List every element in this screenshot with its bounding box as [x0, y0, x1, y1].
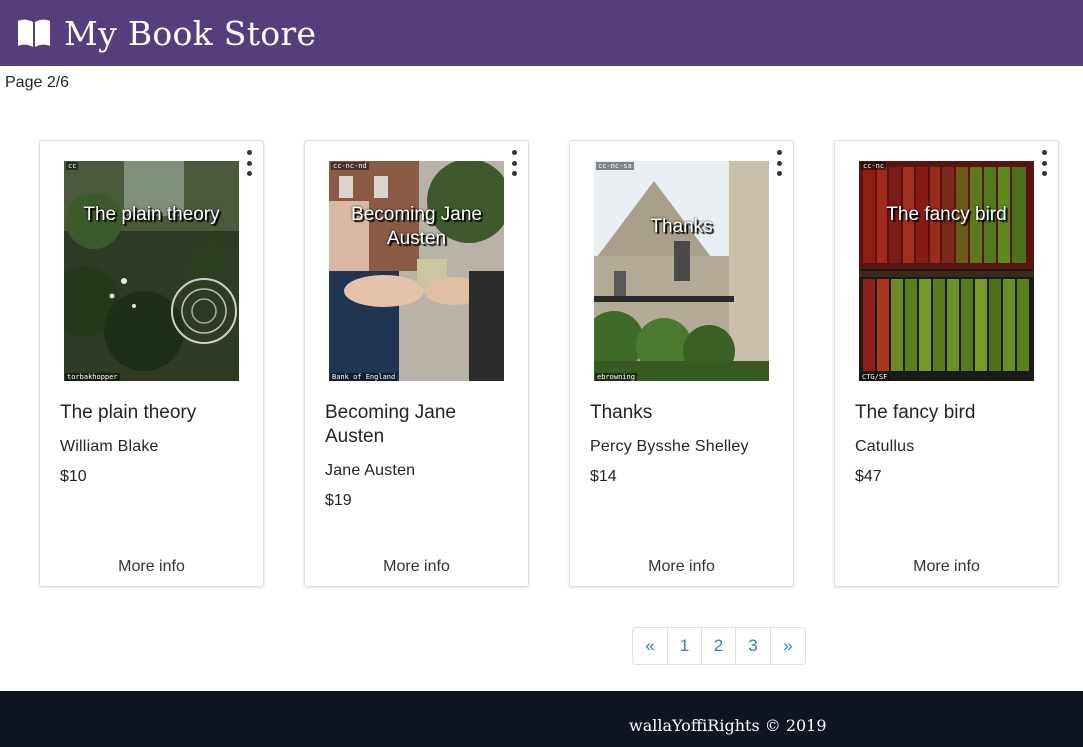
photo-credit: CTG/SF: [860, 373, 890, 381]
book-title[interactable]: The fancy bird: [855, 401, 1045, 425]
more-info-button[interactable]: More info: [40, 558, 263, 576]
photo-credit: ebrowning: [595, 373, 637, 381]
pagination-page-1[interactable]: 1: [668, 628, 702, 664]
book-author: Jane Austen: [325, 462, 416, 479]
more-options-icon[interactable]: [243, 150, 255, 176]
copyright-text: wallaYoffiRights © 2019: [629, 716, 827, 735]
open-book-icon: [18, 19, 50, 47]
more-options-icon[interactable]: [773, 150, 785, 176]
more-options-icon[interactable]: [508, 150, 520, 176]
page-footer: wallaYoffiRights © 2019: [0, 691, 1083, 747]
book-card: cc The plain theory torbakhopper The pla…: [39, 140, 264, 587]
app-header: My Book Store: [0, 0, 1083, 66]
book-price: $19: [325, 492, 352, 509]
book-author: William Blake: [60, 438, 159, 455]
book-title[interactable]: The plain theory: [60, 401, 250, 425]
book-price: $14: [590, 468, 617, 485]
license-label: cc-nc: [861, 162, 887, 170]
cover-title: Thanks: [650, 216, 713, 237]
page-indicator: Page 2/6: [5, 74, 70, 91]
photo-credit: torbakhopper: [65, 373, 120, 381]
book-price: $47: [855, 468, 882, 485]
book-author: Percy Bysshe Shelley: [590, 438, 749, 455]
cover-title: The plain theory: [83, 204, 220, 225]
license-label: cc: [66, 162, 79, 170]
store-title[interactable]: My Book Store: [64, 14, 316, 53]
more-info-button[interactable]: More info: [305, 558, 528, 576]
book-card: cc-nc-nd Becoming Jane Austen Bank of En…: [304, 140, 529, 587]
pagination-page-3[interactable]: 3: [736, 628, 771, 664]
pagination: « 1 2 3 »: [632, 627, 806, 665]
book-cover-image: cc The plain theory torbakhopper: [64, 161, 239, 381]
book-card: cc-nc-sa Thanks ebrowning Thanks Percy B…: [569, 140, 794, 587]
book-price: $10: [60, 468, 87, 485]
book-card: cc-nc The fancy bird CTG/SF The fancy bi…: [834, 140, 1059, 587]
more-info-button[interactable]: More info: [570, 558, 793, 576]
more-info-button[interactable]: More info: [835, 558, 1058, 576]
book-cover-image: cc-nc-nd Becoming Jane Austen Bank of En…: [329, 161, 504, 381]
cover-title: Becoming Jane Austen: [351, 204, 482, 249]
book-cover-image: cc-nc The fancy bird CTG/SF: [859, 161, 1034, 381]
license-label: cc-nc-sa: [596, 162, 634, 170]
more-options-icon[interactable]: [1038, 150, 1050, 176]
book-title[interactable]: Thanks: [590, 401, 780, 425]
pagination-prev[interactable]: «: [633, 628, 668, 664]
pagination-next[interactable]: »: [771, 628, 805, 664]
book-title[interactable]: Becoming Jane Austen: [325, 401, 515, 449]
cover-title: The fancy bird: [886, 204, 1007, 225]
license-label: cc-nc-nd: [331, 162, 369, 170]
book-cover-image: cc-nc-sa Thanks ebrowning: [594, 161, 769, 381]
pagination-page-2[interactable]: 2: [702, 628, 736, 664]
book-author: Catullus: [855, 438, 915, 455]
photo-credit: Bank of England: [330, 373, 398, 381]
